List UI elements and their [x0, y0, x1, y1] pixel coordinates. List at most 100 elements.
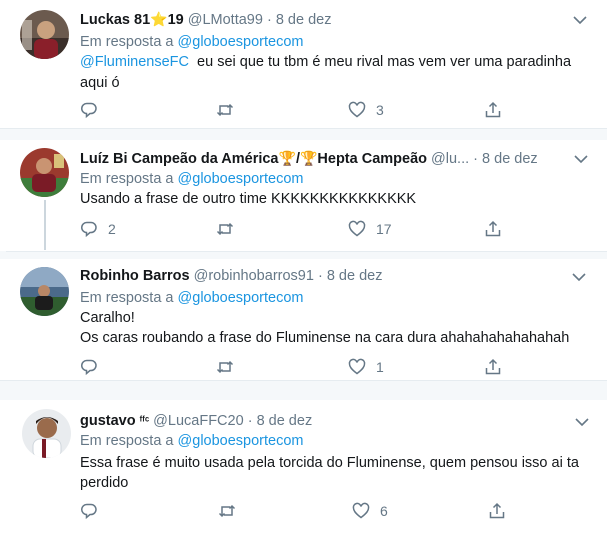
avatar[interactable] [20, 148, 69, 197]
tweet-text-line: Os caras roubando a frase do Fluminense … [80, 330, 570, 346]
tweet-actions: 2 17 [80, 219, 520, 239]
tweet-actions: 3 [80, 100, 520, 120]
display-name-suffix: Hepta Campeão [317, 151, 427, 167]
reply-prefix: Em resposta a [80, 290, 174, 306]
reply-button[interactable]: 2 [80, 219, 116, 239]
like-count: 6 [380, 503, 388, 519]
retweet-icon [216, 103, 234, 117]
display-name-suffix: ᶠᶠᶜ [139, 415, 150, 427]
tweet-actions: 1 [80, 357, 520, 377]
like-count: 17 [376, 221, 392, 237]
retweet-icon [218, 504, 236, 518]
separator-dot: · [247, 413, 253, 429]
reply-count: 2 [108, 221, 116, 237]
mention-link[interactable]: @FluminenseFC [80, 54, 189, 70]
reply-icon [81, 102, 97, 119]
reply-context: Em resposta a @globoesportecom [80, 170, 304, 189]
user-handle[interactable]: @LMotta99 [188, 12, 263, 28]
star-icon: ⭐ [150, 11, 168, 27]
tweet-text: Caralho! [80, 308, 135, 329]
reply-button[interactable] [80, 357, 108, 377]
thread-connector [44, 200, 46, 250]
separator-dot: · [317, 268, 323, 284]
trophy-icon: 🏆 [299, 150, 318, 166]
reply-context: Em resposta a @globoesportecom [80, 33, 304, 52]
tweet-text: aqui ó [80, 73, 120, 94]
tweet-date[interactable]: 8 de dez [276, 12, 332, 28]
retweet-button[interactable] [216, 100, 244, 120]
tweet-actions: 6 [80, 501, 525, 521]
trophy-icon: 🏆 [278, 150, 296, 166]
like-button[interactable]: 6 [352, 501, 388, 521]
tweet-card[interactable]: Robinho Barros @robinhobarros91 · 8 de d… [0, 259, 607, 381]
share-button[interactable] [484, 219, 502, 239]
tweet-text: Os caras roubando a frase do Fluminense … [80, 328, 569, 349]
tweet-date[interactable]: 8 de dez [327, 268, 383, 284]
tweet-text-line: Usando a frase de outro time KKKKKKKKKKK… [80, 191, 417, 207]
reply-button[interactable] [80, 501, 108, 521]
avatar[interactable] [22, 409, 71, 458]
chevron-down-icon[interactable] [574, 154, 588, 164]
retweet-icon [216, 360, 234, 374]
retweet-button[interactable] [216, 219, 244, 239]
feed-gap [0, 251, 607, 259]
share-button[interactable] [484, 357, 502, 377]
user-handle[interactable]: @lu... [431, 151, 469, 167]
separator-dot: · [266, 12, 272, 28]
tweet-header: Robinho Barros @robinhobarros91 · 8 de d… [80, 267, 382, 286]
tweet-date[interactable]: 8 de dez [482, 151, 538, 167]
like-count: 3 [376, 102, 384, 118]
chevron-down-icon[interactable] [575, 417, 589, 427]
display-name[interactable]: gustavo [80, 413, 136, 429]
reply-context: Em resposta a @globoesportecom [80, 289, 304, 308]
heart-icon [348, 101, 366, 118]
retweet-button[interactable] [218, 501, 246, 521]
reply-to-link[interactable]: @globoesportecom [178, 171, 304, 187]
like-button[interactable]: 17 [348, 219, 392, 239]
reply-prefix: Em resposta a [80, 34, 174, 50]
reply-prefix: Em resposta a [80, 171, 174, 187]
like-count: 1 [376, 359, 384, 375]
tweet-date[interactable]: 8 de dez [257, 413, 313, 429]
like-button[interactable]: 3 [348, 100, 384, 120]
tweet-text-line: aqui ó [80, 75, 120, 91]
share-icon [485, 220, 501, 237]
user-handle[interactable]: @LucaFFC20 [153, 413, 243, 429]
tweet-header: gustavo ᶠᶠᶜ @LucaFFC20 · 8 de dez [80, 412, 312, 431]
heart-icon [348, 220, 366, 237]
share-icon [489, 502, 505, 519]
heart-icon [352, 502, 370, 519]
heart-icon [348, 358, 366, 375]
tweet-card[interactable]: Luckas 81⭐19 @LMotta99 · 8 de dez Em res… [0, 0, 607, 129]
share-icon [485, 101, 501, 118]
user-handle[interactable]: @robinhobarros91 [194, 268, 314, 284]
reply-button[interactable] [80, 100, 108, 120]
retweet-button[interactable] [216, 357, 244, 377]
avatar[interactable] [20, 10, 69, 59]
share-button[interactable] [484, 100, 502, 120]
display-name[interactable]: Robinho Barros [80, 268, 190, 284]
chevron-down-icon[interactable] [572, 272, 586, 282]
reply-to-link[interactable]: @globoesportecom [178, 290, 304, 306]
avatar[interactable] [20, 267, 69, 316]
tweet-card[interactable]: gustavo ᶠᶠᶜ @LucaFFC20 · 8 de dez Em res… [0, 400, 607, 548]
reply-to-link[interactable]: @globoesportecom [178, 433, 304, 449]
tweet-card[interactable]: Luíz Bi Campeão da América🏆/🏆Hepta Campe… [6, 140, 607, 252]
share-button[interactable] [488, 501, 506, 521]
reply-context: Em resposta a @globoesportecom [80, 432, 304, 451]
display-name[interactable]: Luíz Bi Campeão da América [80, 151, 279, 167]
display-name-suffix: 19 [167, 12, 184, 28]
separator-dot: · [473, 151, 478, 167]
like-button[interactable]: 1 [348, 357, 384, 377]
display-name[interactable]: Luckas 81 [80, 12, 150, 28]
tweet-text: @FluminenseFC eu sei que tu tbm é meu ri… [80, 52, 571, 73]
retweet-icon [216, 222, 234, 236]
share-icon [485, 358, 501, 375]
reply-icon [81, 221, 97, 238]
reply-icon [81, 359, 97, 376]
chevron-down-icon[interactable] [573, 15, 587, 25]
tweet-text: Essa frase é muito usada pela torcida do… [80, 453, 579, 474]
reply-to-link[interactable]: @globoesportecom [178, 34, 304, 50]
reply-icon [81, 503, 97, 520]
tweet-text: perdido [80, 473, 128, 494]
